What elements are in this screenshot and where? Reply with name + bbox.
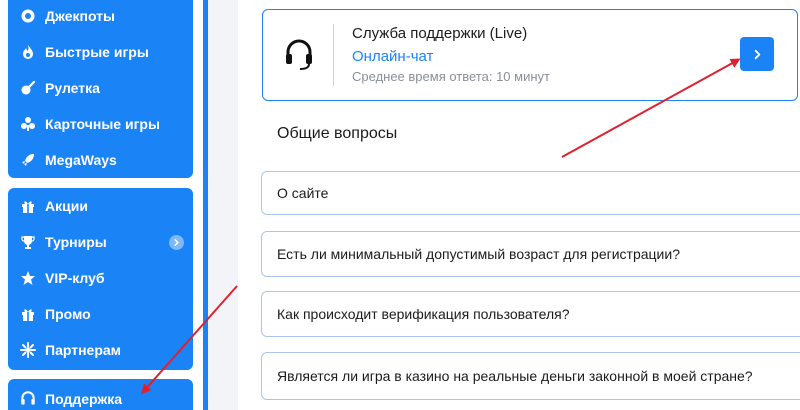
sidebar-item-promo[interactable]: Промо — [8, 297, 193, 331]
chevron-right-icon — [754, 49, 760, 59]
faq-item[interactable]: Является ли игра в казино на реальные де… — [261, 352, 800, 400]
sidebar-item-card-games[interactable]: Карточные игры — [8, 107, 193, 141]
sidebar-item-label: Джекпоты — [45, 8, 115, 24]
sidebar-item-tournaments[interactable]: Турниры — [8, 225, 193, 259]
sidebar-item-label: Акции — [45, 198, 88, 214]
online-chat-link[interactable]: Онлайн-чат — [352, 48, 433, 65]
partners-icon — [19, 341, 37, 359]
sidebar-item-jackpots[interactable]: Джекпоты — [8, 0, 193, 33]
support-title: Служба поддержки (Live) — [352, 25, 528, 42]
sidebar-item-promotions[interactable]: Акции — [8, 189, 193, 223]
star-icon — [19, 269, 37, 287]
promo-gift-icon — [19, 305, 37, 323]
flame-icon — [19, 43, 37, 61]
open-chat-button[interactable] — [740, 37, 774, 71]
sidebar-item-label: Поддержка — [45, 391, 123, 407]
sidebar-item-label: Партнерам — [45, 342, 122, 358]
headset-icon — [286, 39, 312, 70]
sidebar-item-partners[interactable]: Партнерам — [8, 333, 193, 367]
sidebar-item-label: VIP-клуб — [45, 270, 105, 286]
sidebar-item-megaways[interactable]: MegaWays — [8, 143, 193, 177]
cards-icon — [19, 115, 37, 133]
sidebar-item-label: Промо — [45, 306, 91, 322]
sidebar: Джекпоты Быстрые игры Рулетка Карточные … — [0, 0, 205, 410]
jackpot-icon — [19, 7, 37, 25]
roulette-icon — [19, 79, 37, 97]
faq-item[interactable]: О сайте — [261, 171, 800, 215]
response-time-text: Среднее время ответа: 10 минут — [352, 69, 550, 84]
sidebar-item-fast-games[interactable]: Быстрые игры — [8, 35, 193, 69]
card-divider — [333, 24, 334, 86]
gift-icon — [19, 197, 37, 215]
sidebar-item-label: Турниры — [45, 234, 107, 250]
headset-icon — [19, 390, 37, 408]
chevron-right-icon[interactable] — [169, 234, 184, 250]
trophy-icon — [19, 233, 37, 251]
faq-item[interactable]: Есть ли минимальный допустимый возраст д… — [261, 231, 800, 277]
sidebar-group-games: Джекпоты Быстрые игры Рулетка Карточные … — [8, 0, 193, 178]
rocket-icon — [19, 151, 37, 169]
sidebar-item-label: Рулетка — [45, 80, 100, 96]
sidebar-group-promo: Акции Турниры VIP-клуб Промо Партнерам — [8, 188, 193, 370]
faq-item[interactable]: Как происходит верификация пользователя? — [261, 291, 800, 337]
sidebar-item-support[interactable]: Поддержка — [8, 379, 193, 410]
sidebar-item-roulette[interactable]: Рулетка — [8, 71, 193, 105]
sidebar-item-label: MegaWays — [45, 152, 117, 168]
sidebar-item-vip-club[interactable]: VIP-клуб — [8, 261, 193, 295]
content-gutter — [208, 0, 238, 410]
sidebar-item-label: Карточные игры — [45, 116, 160, 132]
live-support-card[interactable]: Служба поддержки (Live) Онлайн-чат Средн… — [262, 9, 798, 101]
faq-section-title: Общие вопросы — [277, 125, 398, 142]
sidebar-item-label: Быстрые игры — [45, 44, 149, 60]
